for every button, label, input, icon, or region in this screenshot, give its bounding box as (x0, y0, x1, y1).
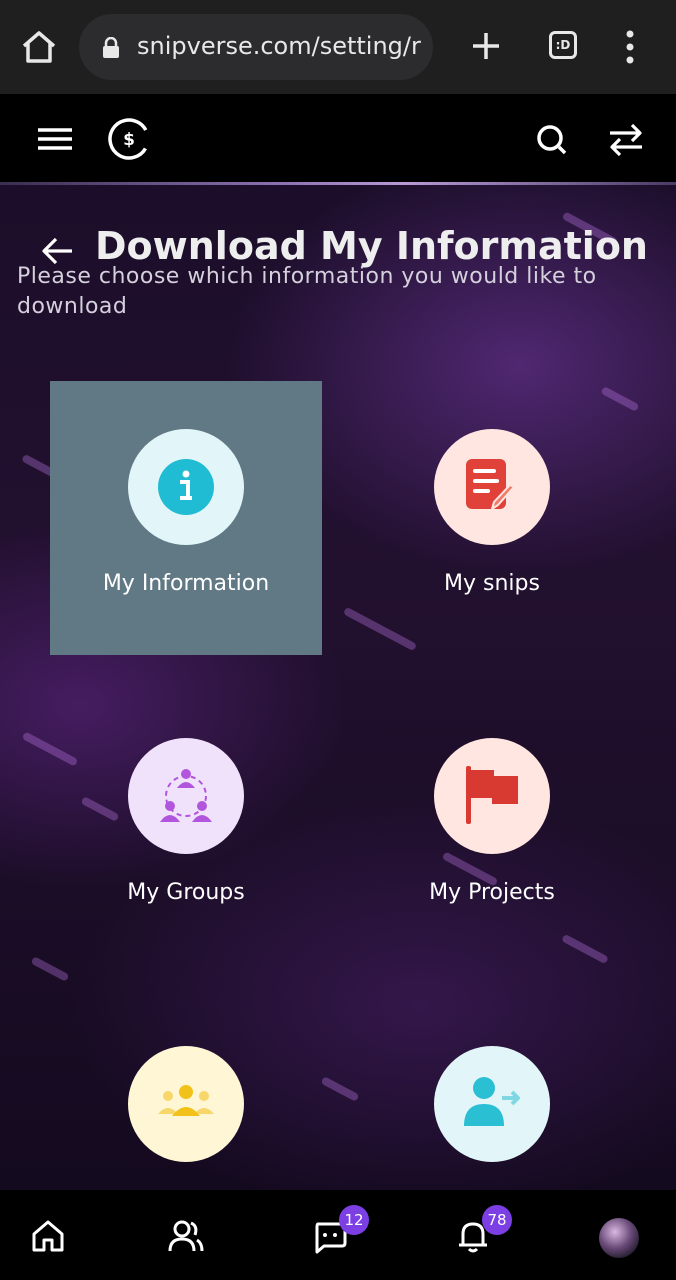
tile-icon-circle (128, 429, 244, 545)
app-header: $ (0, 96, 676, 182)
avatar[interactable] (599, 1218, 639, 1258)
lock-icon (103, 37, 119, 58)
tile-my-groups[interactable]: My Groups (50, 690, 322, 964)
hamburger-menu-icon[interactable] (36, 124, 74, 154)
tile-my-snips[interactable]: My snips (356, 381, 628, 655)
tile-icon-circle (128, 738, 244, 854)
bottom-navigation (0, 1190, 676, 1280)
tile-icon-circle (434, 1046, 550, 1162)
tile-my-information[interactable]: My Information (50, 381, 322, 655)
swap-icon[interactable] (606, 122, 646, 158)
user-share-icon (464, 1077, 520, 1126)
address-bar[interactable]: snipverse.com/setting/r (79, 14, 433, 80)
tile-label: My Information (102, 571, 270, 596)
page-subtitle: Please choose which information you woul… (17, 264, 597, 319)
info-icon (158, 459, 214, 515)
nav-friends-icon[interactable] (168, 1218, 204, 1254)
tile-icon-circle (434, 429, 550, 545)
tile-icon-circle (128, 1046, 244, 1162)
tile-my-projects[interactable]: My Projects (356, 690, 628, 964)
tile-label: My Groups (127, 880, 245, 905)
groups-icon (160, 769, 212, 822)
search-icon[interactable] (532, 120, 572, 160)
url-text: snipverse.com/setting/r (137, 32, 421, 60)
nav-home-icon[interactable] (30, 1218, 66, 1254)
tile-icon-circle (434, 738, 550, 854)
document-edit-icon (466, 459, 516, 512)
browser-toolbar: snipverse.com/setting/r :D (0, 0, 676, 94)
svg-text:$: $ (123, 130, 135, 150)
home-icon[interactable] (20, 28, 58, 66)
messages-badge: 12 (339, 1205, 369, 1235)
tile-label: My Projects (429, 880, 555, 905)
flag-icon (466, 766, 518, 824)
notifications-badge: 78 (482, 1205, 512, 1235)
tile-label: My snips (444, 571, 540, 596)
new-tab-icon[interactable] (470, 30, 502, 62)
tab-switcher-button[interactable]: :D (549, 31, 577, 59)
snipverse-logo[interactable]: $ (106, 116, 152, 162)
team-icon (158, 1085, 214, 1116)
more-vert-icon[interactable] (620, 30, 640, 64)
